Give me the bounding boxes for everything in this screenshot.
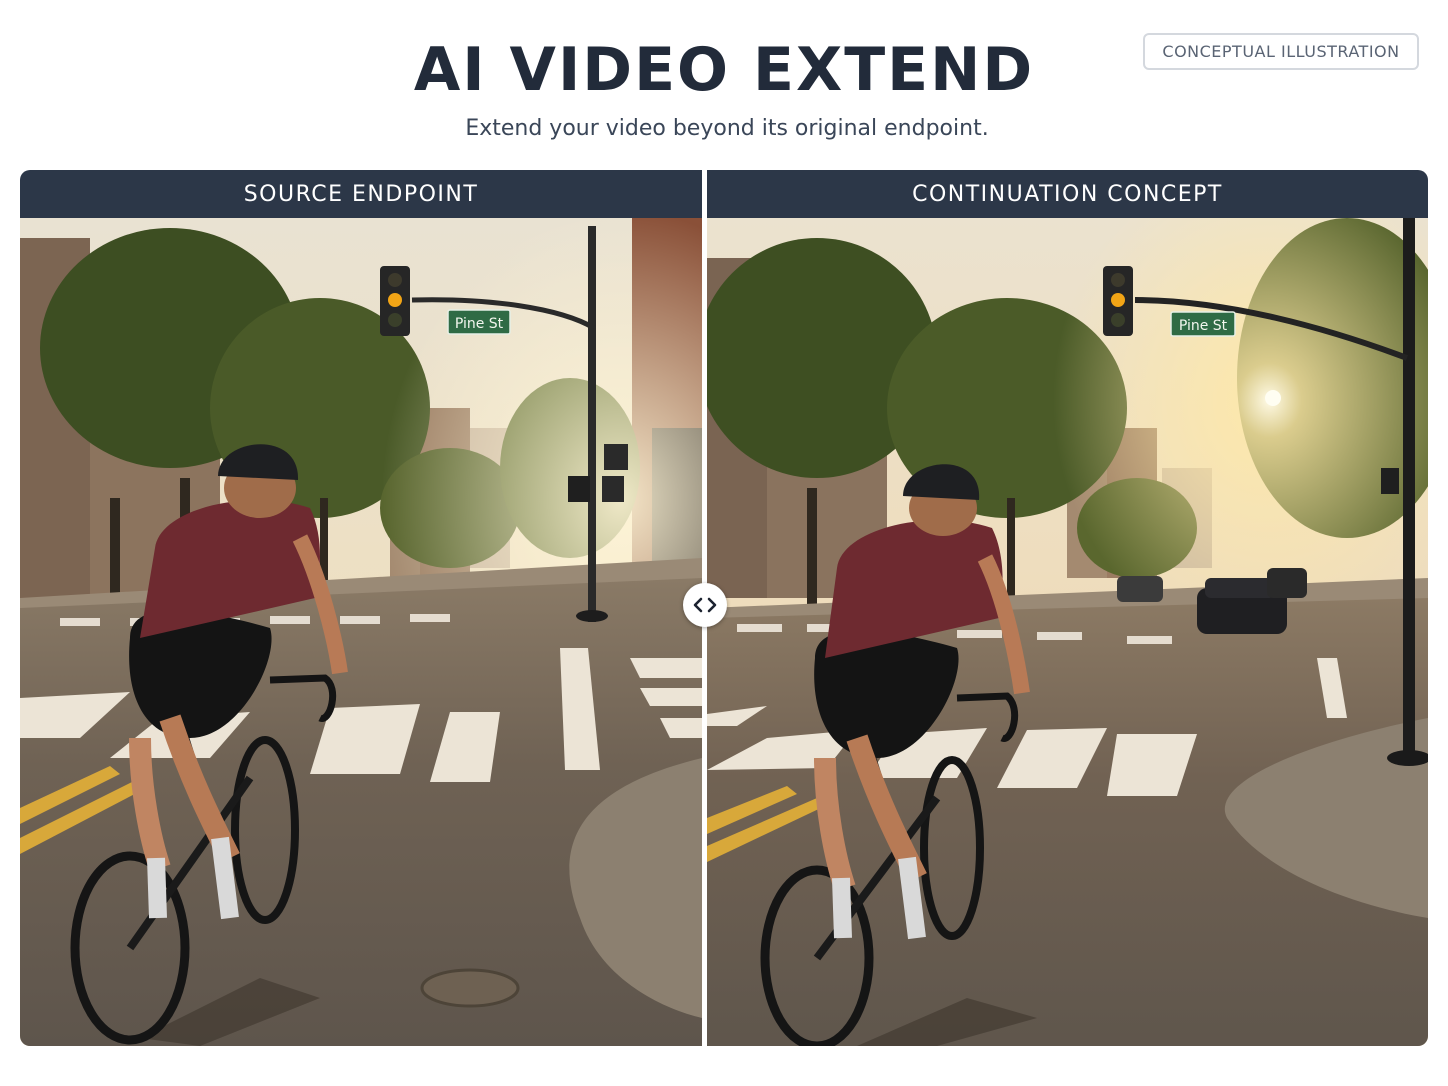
- continuation-frame-image: Pine St: [707, 218, 1428, 1046]
- continuation-panel-label: CONTINUATION CONCEPT: [707, 170, 1428, 218]
- page-subtitle: Extend your video beyond its original en…: [465, 116, 989, 141]
- continuation-panel: CONTINUATION CONCEPT Pine St: [707, 170, 1428, 1046]
- chevrons-left-right-icon: [693, 597, 717, 613]
- source-panel-label: SOURCE ENDPOINT: [20, 170, 702, 218]
- conceptual-illustration-badge: CONCEPTUAL ILLUSTRATION: [1143, 33, 1419, 70]
- source-panel: SOURCE ENDPOINT Pine St: [20, 170, 702, 1046]
- continuation-street-sign: Pine St: [1179, 318, 1228, 334]
- comparison-slider-handle[interactable]: [683, 583, 727, 627]
- source-frame-image: Pine St: [20, 218, 702, 1046]
- source-street-sign: Pine St: [455, 316, 504, 332]
- page: AI VIDEO EXTEND Extend your video beyond…: [0, 0, 1448, 1086]
